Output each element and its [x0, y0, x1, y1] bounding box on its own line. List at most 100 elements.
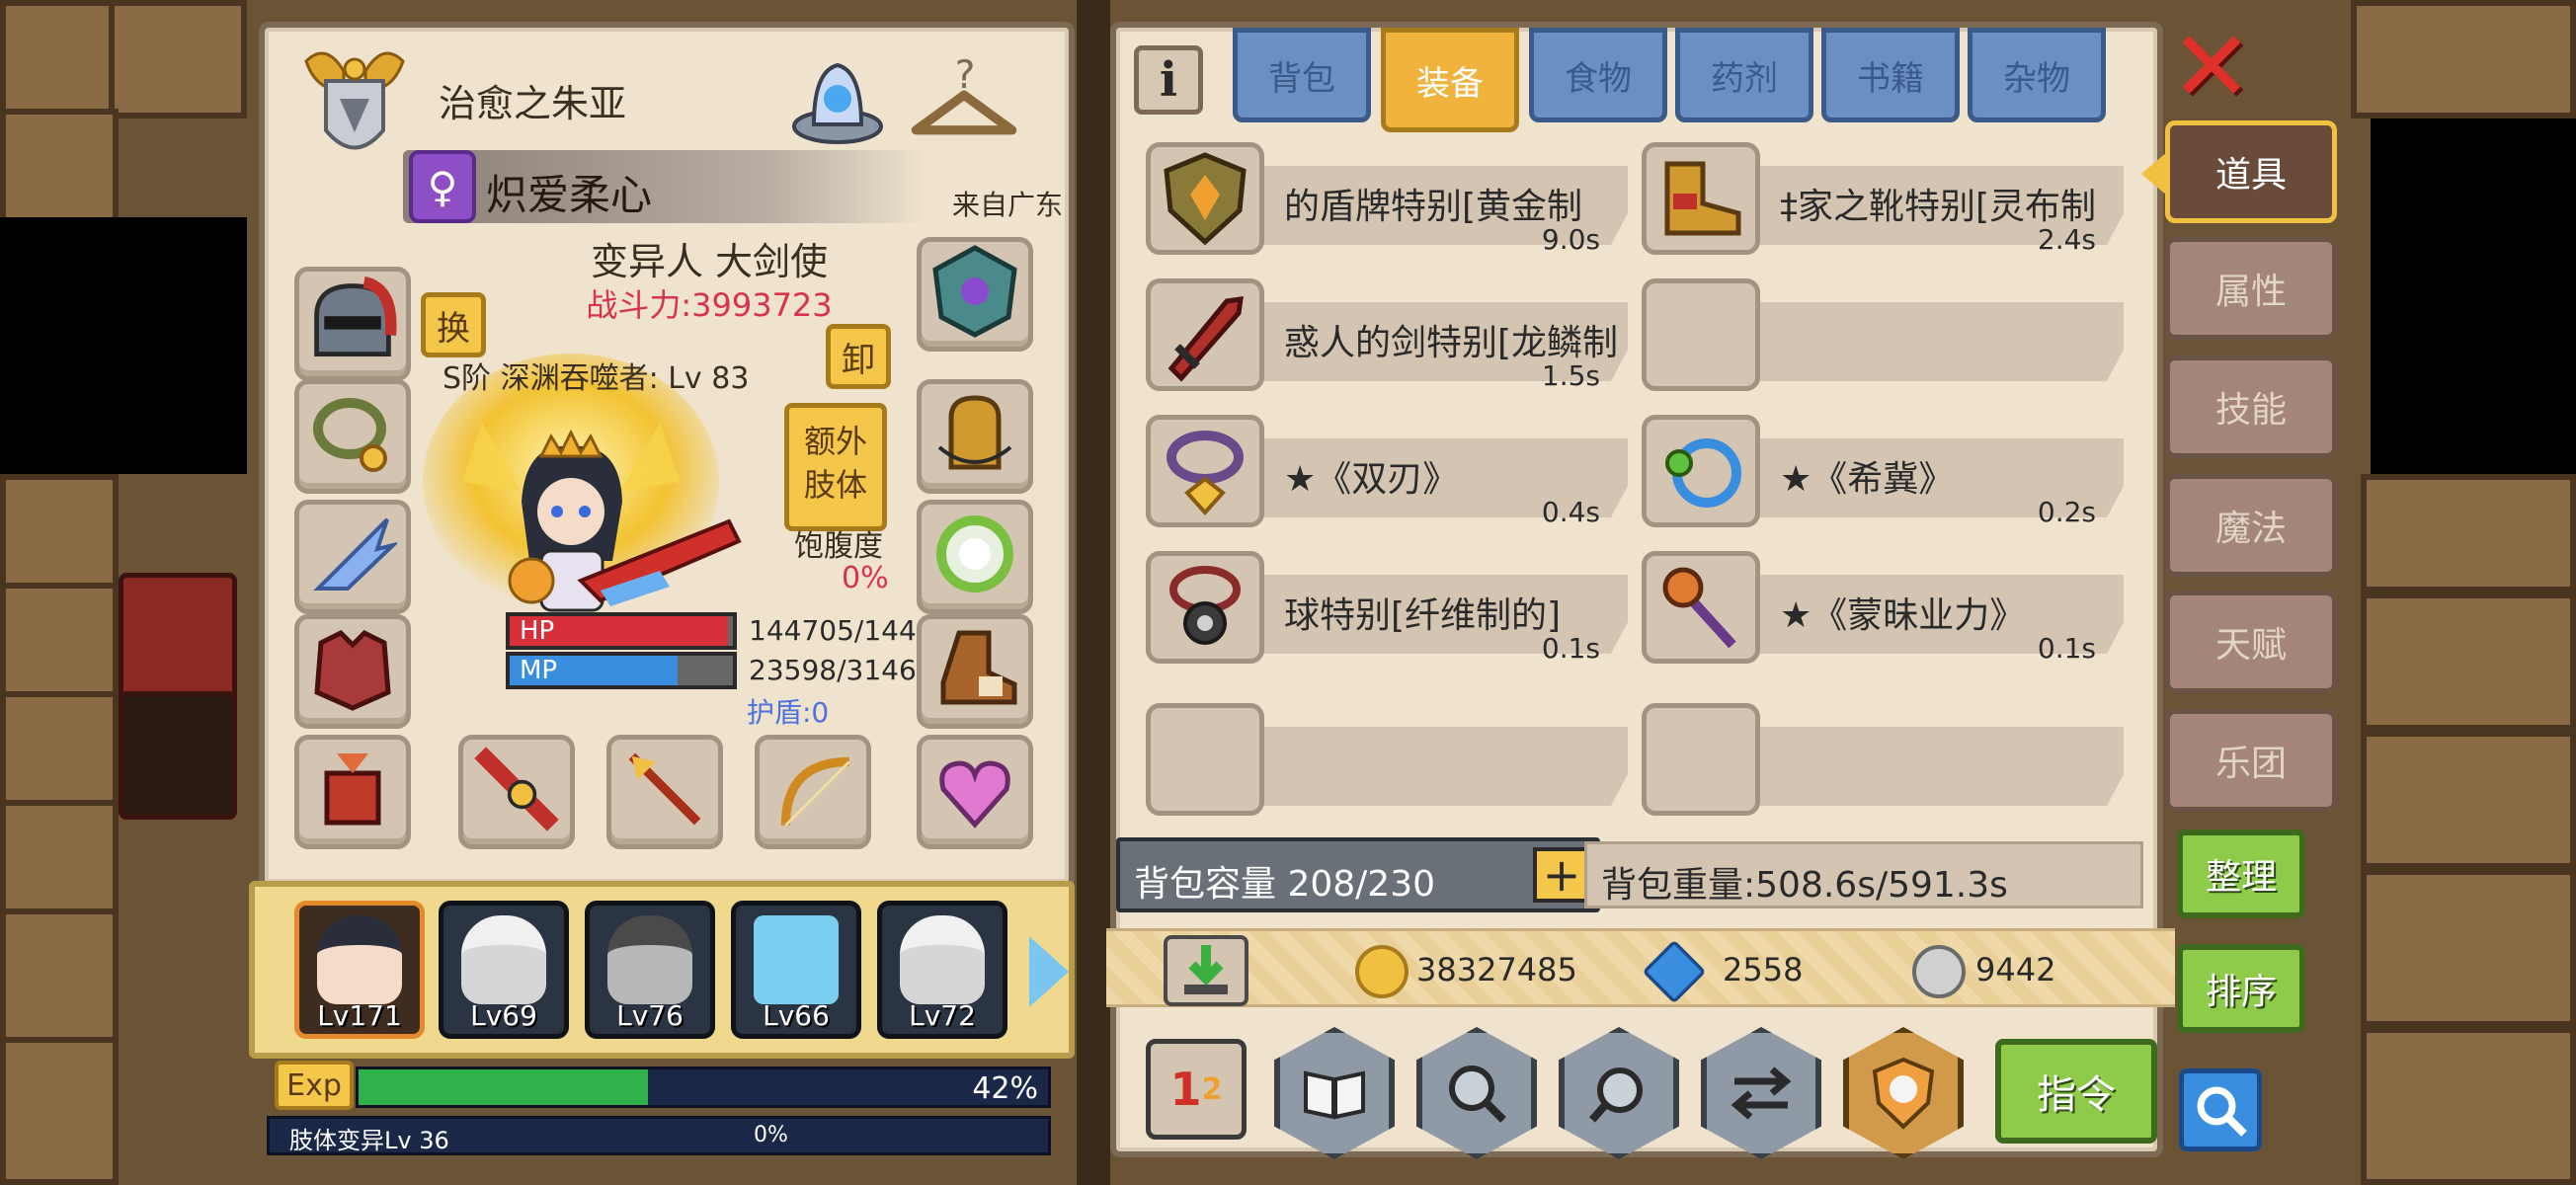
guild-button[interactable] — [1843, 1027, 1964, 1159]
download-button[interactable] — [1164, 935, 1248, 1006]
inventory-item[interactable]: 的盾牌特别[黄金制 9.0s — [1146, 142, 1628, 256]
hanger-icon[interactable]: ? — [909, 43, 1019, 154]
extra-limb-button[interactable]: 额外 肢体 — [784, 403, 887, 531]
expand-capacity-button[interactable]: + — [1533, 847, 1590, 903]
party-member-3[interactable]: Lv76 — [585, 901, 715, 1039]
side-tab-attributes[interactable]: 属性 — [2165, 237, 2337, 340]
wall-brick — [0, 1037, 119, 1185]
exchange-button[interactable] — [1701, 1027, 1821, 1159]
search-item-button[interactable] — [1559, 1027, 1679, 1159]
item-weight: 9.0s — [1541, 223, 1600, 256]
search-button[interactable] — [2179, 1068, 2262, 1151]
equip-slot-armor[interactable] — [294, 614, 411, 729]
party-member-1[interactable]: Lv171 — [294, 901, 425, 1039]
item-name: ★《希冀》 — [1780, 459, 1955, 500]
equip-slot-pet[interactable] — [917, 735, 1033, 849]
wall-brick — [0, 800, 119, 918]
command-button[interactable]: 指令 — [1995, 1039, 2157, 1144]
combat-power: 战斗力:3993723 — [586, 286, 833, 324]
party-member-5[interactable]: Lv72 — [877, 901, 1007, 1039]
inventory-item[interactable]: ★《蒙昧业力》 0.1s — [1642, 551, 2124, 665]
next-arrow-icon[interactable] — [1029, 936, 1069, 1007]
close-icon[interactable]: ✕ — [2169, 18, 2254, 117]
item-name: 惑人的剑特别[龙鳞制 — [1284, 323, 1619, 363]
stage-label: S阶 深渊吞噬者: Lv 83 — [443, 361, 750, 396]
equip-slot-helmet[interactable] — [294, 267, 411, 381]
panel-gap — [1077, 0, 1110, 1185]
inventory-item-empty[interactable] — [1642, 278, 2124, 391]
equip-slot-spear[interactable] — [606, 735, 723, 849]
wall-brick — [2361, 869, 2576, 1027]
item-weight: 0.2s — [2037, 496, 2096, 528]
armor-icon — [307, 623, 398, 714]
item-name: 的盾牌特别[黄金制 — [1284, 187, 1583, 227]
bag-weight-text: 背包重量:508.6s/591.3s — [1601, 865, 2008, 906]
inventory-item[interactable]: ★《希冀》 0.2s — [1642, 415, 2124, 528]
equip-slot-bow[interactable] — [755, 735, 871, 849]
equip-slot-accessory[interactable] — [917, 500, 1033, 614]
rocket-icon — [471, 744, 562, 834]
mutation-percent: 0% — [754, 1123, 788, 1147]
equip-slot-emblem[interactable] — [917, 237, 1033, 352]
inspect-button[interactable] — [1416, 1027, 1537, 1159]
item-background — [1701, 727, 2124, 806]
name-banner — [403, 150, 926, 223]
side-tab-band[interactable]: 乐团 — [2165, 709, 2337, 812]
hp-label: HP — [520, 616, 555, 646]
dark-area — [2371, 118, 2576, 474]
swap-arrows-icon — [1731, 1066, 1792, 1120]
tab-bag[interactable]: 背包 — [1233, 28, 1371, 122]
portal-icon[interactable] — [782, 43, 893, 154]
inventory-item[interactable]: ★《双刃》 0.4s — [1146, 415, 1628, 528]
tab-equipment[interactable]: 装备 — [1381, 28, 1519, 132]
wall-brick — [2361, 592, 2576, 731]
half-glyph: 2 — [1201, 1071, 1223, 1107]
dark-area — [0, 217, 247, 474]
split-button[interactable]: 12 — [1146, 1039, 1247, 1140]
inventory-item-empty[interactable] — [1642, 703, 2124, 816]
side-tab-talent[interactable]: 天赋 — [2165, 591, 2337, 693]
boots-icon — [1642, 142, 1760, 255]
inventory-item[interactable]: ‡家之靴特别[灵布制 2.4s — [1642, 142, 2124, 256]
necklace-icon — [307, 388, 398, 479]
barrel — [119, 691, 237, 820]
equip-slot-launcher[interactable] — [458, 735, 575, 849]
inventory-item[interactable]: 惑人的剑特别[龙鳞制 1.5s — [1146, 278, 1628, 392]
book-button[interactable] — [1274, 1027, 1395, 1159]
equip-slot-wing[interactable] — [294, 500, 411, 614]
sword-icon — [1146, 278, 1264, 391]
swap-button[interactable]: 换 — [421, 292, 486, 357]
silver-coin-icon — [1912, 945, 1966, 998]
member-level: Lv69 — [470, 999, 537, 1032]
member-avatar — [754, 915, 839, 1004]
side-tab-skills[interactable]: 技能 — [2165, 356, 2337, 458]
tab-food[interactable]: 食物 — [1529, 28, 1667, 122]
hp-value: 144705/1447 — [749, 614, 934, 647]
item-background — [1701, 302, 2124, 381]
inventory-panel: i 背包 装备 食物 药剂 书籍 杂物 的盾牌特别[黄金制 9.0s ‡家之靴特… — [1106, 22, 2175, 1159]
equip-slot-necklace[interactable] — [294, 379, 411, 494]
equip-slot-boots[interactable] — [917, 614, 1033, 729]
unequip-button[interactable]: 卸 — [826, 324, 891, 389]
tab-potion[interactable]: 药剂 — [1675, 28, 1813, 122]
equip-slot-belt[interactable] — [294, 735, 411, 849]
necklace-icon — [1146, 551, 1264, 664]
tab-misc[interactable]: 杂物 — [1968, 28, 2106, 122]
organize-button[interactable]: 整理 — [2177, 830, 2305, 918]
equip-slot-gloves[interactable] — [917, 379, 1033, 494]
inventory-item[interactable]: 球特别[纤维制的] 0.1s — [1146, 551, 1628, 665]
tab-books[interactable]: 书籍 — [1821, 28, 1960, 122]
sort-button[interactable]: 排序 — [2177, 944, 2305, 1033]
item-weight: 1.5s — [1541, 359, 1600, 392]
info-button[interactable]: i — [1134, 45, 1203, 115]
inventory-item-empty[interactable] — [1146, 703, 1628, 816]
party-member-2[interactable]: Lv69 — [439, 901, 569, 1039]
side-tab-magic[interactable]: 魔法 — [2165, 474, 2337, 577]
shield-icon — [1146, 142, 1264, 255]
mutation-bar: 肢体变异Lv 36 0% — [267, 1116, 1051, 1155]
mirror-icon — [929, 509, 1020, 599]
side-tab-items[interactable]: 道具 — [2165, 120, 2337, 223]
wing-icon — [307, 509, 398, 599]
silver-amount: 9442 — [1975, 951, 2056, 988]
party-member-4[interactable]: Lv66 — [731, 901, 861, 1039]
